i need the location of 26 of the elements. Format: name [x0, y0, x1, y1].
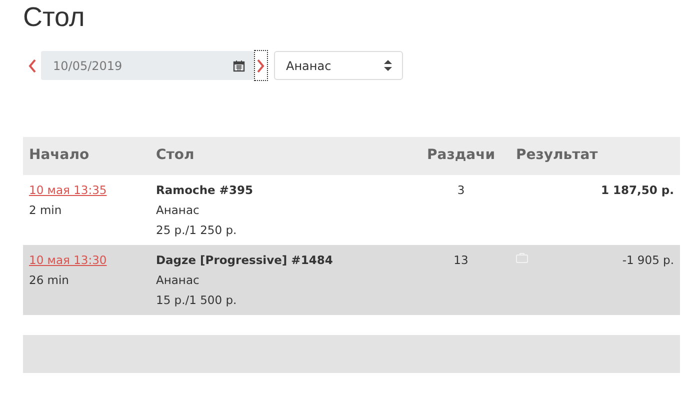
player-name: Ананас	[156, 273, 200, 287]
column-header: Раздачи	[426, 147, 496, 163]
table-name: Ramoche #395	[156, 183, 253, 197]
column-header: Начало	[29, 147, 90, 163]
table-name: Dagze [Progressive] #1484	[156, 253, 333, 267]
next-button[interactable]	[254, 50, 268, 81]
date-field[interactable]: 10/05/2019	[41, 51, 254, 80]
duration-text: 2 min	[29, 203, 62, 217]
chevron-right-icon	[256, 58, 266, 74]
result-amount: -1 905 р.	[622, 253, 674, 267]
hands-count: 13	[452, 253, 470, 267]
column-header: Результат	[516, 147, 599, 163]
column-header: Стол	[156, 147, 196, 163]
result-amount: 1 187,50 р.	[601, 183, 674, 197]
player-name: Ананас	[156, 203, 200, 217]
calendar-icon	[233, 60, 245, 72]
start-time-link[interactable]: 10 мая 13:30	[29, 253, 107, 267]
stakes-text: 15 р./1 500 р.	[156, 293, 237, 307]
sort-arrows-icon	[384, 60, 392, 71]
duration-text: 26 min	[29, 273, 69, 287]
page-title: Стол	[23, 1, 85, 33]
start-time-link[interactable]: 10 мая 13:35	[29, 183, 107, 197]
stakes-text: 25 р./1 250 р.	[156, 223, 237, 237]
hands-count: 3	[456, 183, 466, 197]
player-select[interactable]: Ананас	[274, 51, 403, 80]
chevron-left-icon	[27, 58, 37, 74]
